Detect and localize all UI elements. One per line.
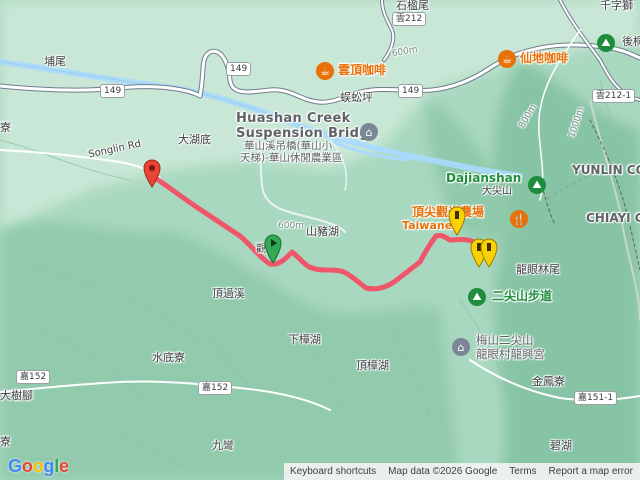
place-label: 頂過溪 (212, 287, 245, 300)
bridge-label-zh: 天梯)-華山休閒農業區 (240, 152, 343, 164)
county-label: YUNLIN CO (572, 163, 640, 177)
poi-label-dajianshan[interactable]: Dajianshan (446, 171, 521, 185)
restaurant-icon[interactable]: 🍴 (510, 210, 528, 228)
map-canvas[interactable]: 600m 600m 800m 1000m 雲212 149 149 149 雲2… (0, 0, 640, 480)
poi-label-temple[interactable]: 梅山二尖山 (476, 334, 534, 347)
park-icon[interactable]: ⛰ (468, 288, 486, 306)
place-label: 後桐 (622, 35, 640, 48)
park-icon[interactable]: ⛰ (528, 176, 546, 194)
road-shield: 嘉152 (16, 370, 51, 384)
poi-label-erjianshan-trail[interactable]: 二尖山步道 (492, 289, 552, 303)
bridge-label-en: Huashan Creek (236, 111, 351, 126)
place-label: 大湖底 (178, 133, 211, 146)
google-logo: Google (8, 456, 69, 476)
cafe-icon[interactable]: ☕ (498, 50, 516, 68)
terms-link[interactable]: Terms (503, 466, 542, 477)
road-shield: 嘉152 (198, 381, 233, 395)
report-map-error-link[interactable]: Report a map error (543, 466, 639, 477)
bridge-label-zh: 華山溪吊橋(華山小 (244, 140, 333, 152)
place-label: 山豬湖 (306, 225, 339, 238)
place-label: 碧湖 (550, 439, 572, 452)
road-shield: 149 (398, 84, 424, 98)
park-icon[interactable]: ⛰ (597, 34, 615, 52)
waypoint-marker-icon[interactable] (480, 238, 498, 268)
place-label: 下樟湖 (288, 333, 321, 346)
place-label: 九彎 (212, 439, 234, 452)
place-label: 頂樟湖 (356, 359, 389, 372)
place-label: 龍眼林尾 (516, 263, 560, 276)
end-marker-icon[interactable] (142, 158, 162, 188)
place-label: 寮 (0, 121, 11, 134)
place-label: 千字獅 (600, 0, 633, 12)
road-shield: 雲212-1 (592, 89, 636, 103)
cafe-icon[interactable]: ☕ (316, 62, 334, 80)
place-label: 水底寮 (152, 351, 185, 364)
waypoint-marker-icon[interactable] (448, 206, 466, 236)
poi-label-yunding-cafe[interactable]: 雲頂咖啡 (338, 63, 386, 77)
county-label: CHIAYI C (586, 211, 640, 225)
road-shield: 149 (100, 84, 126, 98)
place-label: 寮 (0, 435, 11, 448)
road-shield: 雲212 (392, 12, 427, 26)
temple-icon[interactable]: ⌂ (452, 338, 470, 356)
keyboard-shortcuts-link[interactable]: Keyboard shortcuts (284, 466, 382, 477)
start-marker-icon[interactable] (264, 234, 282, 264)
place-label: 埔尾 (44, 55, 66, 68)
place-label: 石楹尾 (396, 0, 429, 12)
poi-label-temple[interactable]: 龍眼村龍興宮 (476, 348, 545, 361)
place-label: 蜈蚣坪 (340, 91, 373, 104)
poi-label-dajianshan-zh: 大尖山 (482, 186, 512, 197)
attribution-bar: Keyboard shortcuts Map data ©2026 Google… (284, 463, 640, 480)
road-shield: 嘉151-1 (574, 391, 618, 405)
contour-label: 600m (278, 221, 304, 231)
landmark-icon[interactable]: ⌂ (360, 123, 378, 141)
poi-label-xiandi-cafe[interactable]: 仙地咖啡 (520, 51, 568, 65)
place-label: 大樹腳 (0, 389, 33, 402)
road-shield: 149 (226, 62, 252, 76)
map-data-text: Map data ©2026 Google (388, 466, 498, 477)
place-label: 金鳳寮 (532, 375, 565, 388)
